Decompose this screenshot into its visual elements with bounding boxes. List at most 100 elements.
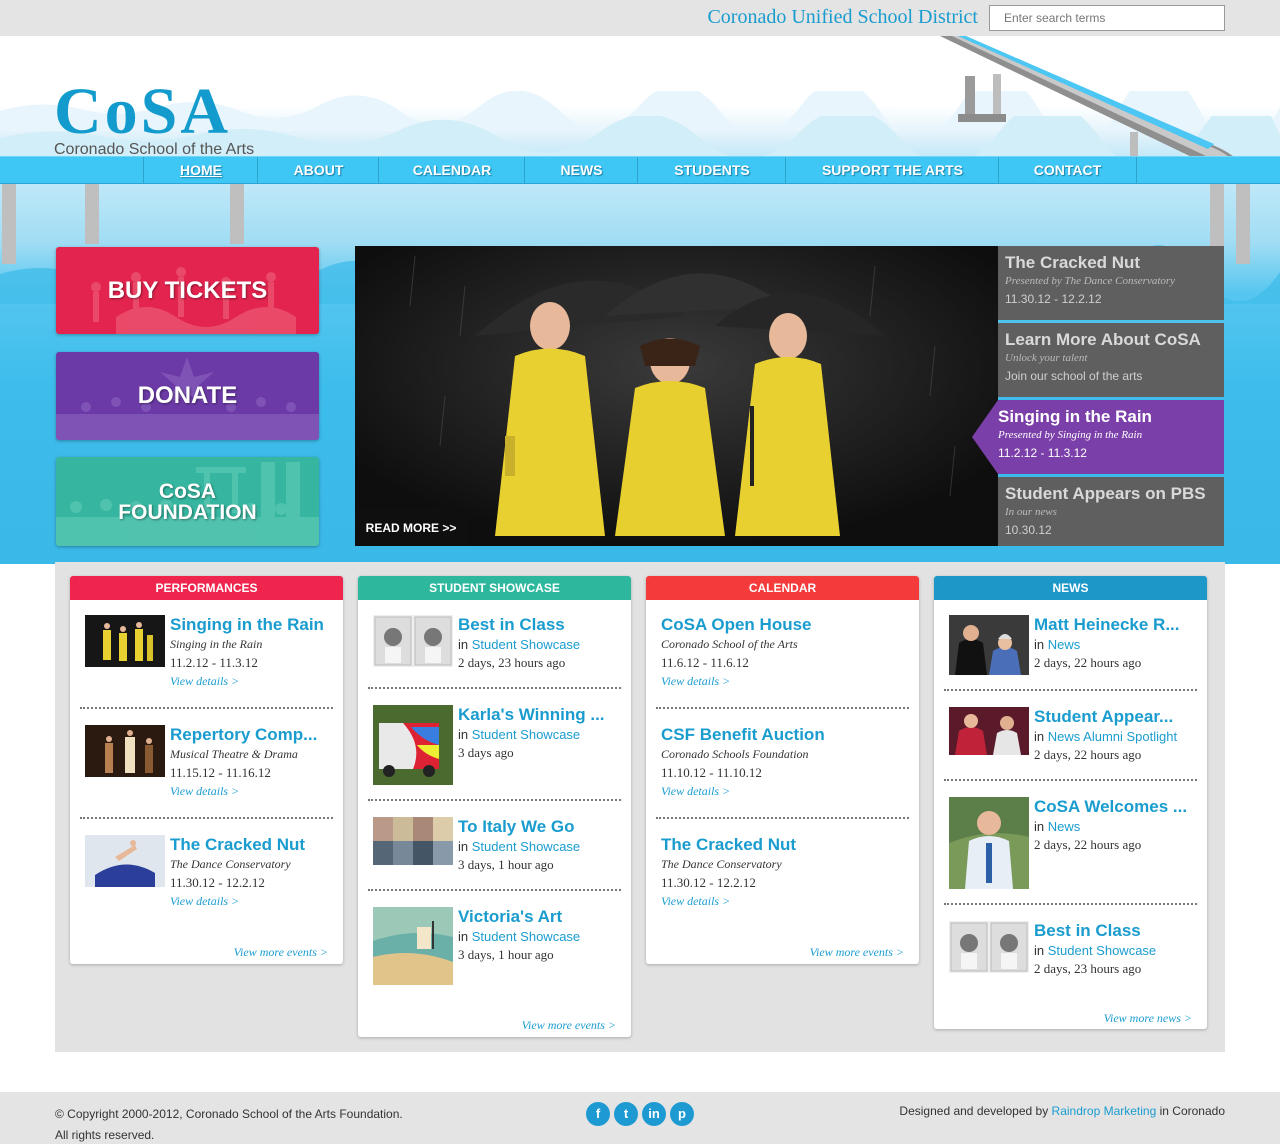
post-category-link[interactable]: Student Showcase xyxy=(1048,943,1156,958)
event-presenter: Singing in the Rain xyxy=(170,637,263,651)
credit-line: Designed and developed by Raindrop Marke… xyxy=(899,1104,1225,1118)
slide-list: The Cracked Nut Presented by The Dance C… xyxy=(972,246,1224,546)
post-title[interactable]: Best in Class xyxy=(458,615,623,635)
district-link[interactable]: Coronado Unified School District xyxy=(707,6,978,29)
view-details-link[interactable]: View details > xyxy=(661,784,730,799)
post-age: 3 days ago xyxy=(458,745,514,760)
nav-contact[interactable]: CONTACT xyxy=(998,157,1137,184)
hero-slideshow[interactable]: READ MORE >> xyxy=(355,246,998,546)
post-thumbnail[interactable] xyxy=(373,907,453,985)
event-title[interactable]: The Cracked Nut xyxy=(661,835,911,855)
slide-date: Join our school of the arts xyxy=(1005,369,1143,383)
post-thumbnail[interactable] xyxy=(949,797,1029,889)
calendar-column: CALENDAR CoSA Open House Coronado School… xyxy=(646,576,919,964)
slide-item[interactable]: Learn More About CoSA Unlock your talent… xyxy=(998,323,1224,397)
post-category-link[interactable]: Student Showcase xyxy=(472,839,580,854)
in-label: in xyxy=(458,637,469,652)
performances-header: PERFORMANCES xyxy=(70,576,343,600)
in-label: in xyxy=(1034,637,1045,652)
post-category-line: in News xyxy=(1034,637,1080,652)
pinterest-icon[interactable]: p xyxy=(670,1102,694,1126)
news-column: NEWS Matt Heinecke R... in News 2 days, … xyxy=(934,576,1207,1029)
post-category-link[interactable]: Student Showcase xyxy=(472,929,580,944)
event-presenter: Coronado School of the Arts xyxy=(661,637,798,651)
nav-about[interactable]: ABOUT xyxy=(257,157,379,184)
view-details-link[interactable]: View details > xyxy=(170,894,239,909)
event-title[interactable]: Repertory Comp... xyxy=(170,725,335,745)
post-title[interactable]: To Italy We Go xyxy=(458,817,623,837)
divider xyxy=(944,779,1197,781)
post-category-line: in Student Showcase xyxy=(458,637,580,652)
facebook-icon[interactable]: f xyxy=(586,1102,610,1126)
post-title[interactable]: Best in Class xyxy=(1034,921,1199,941)
view-more-events-link[interactable]: View more events > xyxy=(810,945,904,960)
slide-title: Learn More About CoSA xyxy=(1005,330,1201,349)
post-thumbnail[interactable] xyxy=(949,615,1029,675)
post-title[interactable]: CoSA Welcomes ... xyxy=(1034,797,1199,817)
slide-date: 11.2.12 - 11.3.12 xyxy=(998,446,1087,460)
divider xyxy=(368,687,621,689)
slide-subtitle: Unlock your talent xyxy=(1005,352,1088,364)
twitter-icon[interactable]: t xyxy=(614,1102,638,1126)
post-thumbnail[interactable] xyxy=(949,707,1029,755)
nav-support-the-arts[interactable]: SUPPORT THE ARTS xyxy=(785,157,999,184)
nav-home[interactable]: HOME xyxy=(143,157,258,184)
foundation-label: CoSA FOUNDATION xyxy=(56,457,319,523)
read-more-button[interactable]: READ MORE >> xyxy=(355,508,467,546)
event-date: 11.15.12 - 11.16.12 xyxy=(170,765,271,780)
buy-tickets-label: BUY TICKETS xyxy=(107,277,268,304)
slide-item[interactable]: Student Appears on PBS In our news 10.30… xyxy=(998,477,1224,546)
nav-news[interactable]: NEWS xyxy=(524,157,638,184)
event-title[interactable]: Singing in the Rain xyxy=(170,615,335,635)
event-title[interactable]: CSF Benefit Auction xyxy=(661,725,911,745)
post-age: 2 days, 23 hours ago xyxy=(458,655,566,670)
view-details-link[interactable]: View details > xyxy=(661,674,730,689)
linkedin-icon[interactable]: in xyxy=(642,1102,666,1126)
cosa-foundation-button[interactable]: CoSA FOUNDATION xyxy=(56,457,319,546)
post-title[interactable]: Karla's Winning ... xyxy=(458,705,623,725)
divider xyxy=(368,799,621,801)
search-input[interactable] xyxy=(989,5,1225,31)
calendar-header: CALENDAR xyxy=(646,576,919,600)
post-category-link[interactable]: Student Showcase xyxy=(472,637,580,652)
event-thumbnail[interactable] xyxy=(85,835,165,887)
post-age: 3 days, 1 hour ago xyxy=(458,857,554,872)
nav-calendar[interactable]: CALENDAR xyxy=(378,157,525,184)
view-details-link[interactable]: View details > xyxy=(170,674,239,689)
post-category-link[interactable]: News xyxy=(1048,819,1081,834)
donate-button[interactable]: DONATE xyxy=(56,352,319,440)
nav-students[interactable]: STUDENTS xyxy=(637,157,786,184)
divider xyxy=(656,817,909,819)
post-category-link[interactable]: News Alumni Spotlight xyxy=(1048,729,1177,744)
view-details-link[interactable]: View details > xyxy=(170,784,239,799)
post-thumbnail[interactable] xyxy=(949,921,1029,973)
event-thumbnail[interactable] xyxy=(85,725,165,777)
post-thumbnail[interactable] xyxy=(373,705,453,785)
event-date: 11.10.12 - 11.10.12 xyxy=(661,765,762,780)
event-title[interactable]: CoSA Open House xyxy=(661,615,911,635)
divider xyxy=(80,817,333,819)
view-more-events-link[interactable]: View more events > xyxy=(234,945,328,960)
event-thumbnail[interactable] xyxy=(85,615,165,667)
slide-date: 11.30.12 - 12.2.12 xyxy=(1005,292,1102,306)
slide-item[interactable]: The Cracked Nut Presented by The Dance C… xyxy=(998,246,1224,320)
view-more-events-link[interactable]: View more events > xyxy=(522,1018,616,1033)
post-category-link[interactable]: Student Showcase xyxy=(472,727,580,742)
raindrop-marketing-link[interactable]: Raindrop Marketing xyxy=(1052,1104,1157,1118)
post-thumbnail[interactable] xyxy=(373,615,453,667)
view-more-news-link[interactable]: View more news > xyxy=(1104,1011,1192,1026)
main-nav: HOME ABOUT CALENDAR NEWS STUDENTS SUPPOR… xyxy=(0,156,1280,184)
copyright-text: © Copyright 2000-2012, Coronado School o… xyxy=(55,1107,403,1142)
post-title[interactable]: Student Appear... xyxy=(1034,707,1199,727)
post-title[interactable]: Victoria's Art xyxy=(458,907,623,927)
post-title[interactable]: Matt Heinecke R... xyxy=(1034,615,1199,635)
event-date: 11.2.12 - 11.3.12 xyxy=(170,655,258,670)
post-thumbnail[interactable] xyxy=(373,817,453,865)
event-title[interactable]: The Cracked Nut xyxy=(170,835,335,855)
buy-tickets-button[interactable]: BUY TICKETS xyxy=(56,247,319,334)
post-category-link[interactable]: News xyxy=(1048,637,1081,652)
view-details-link[interactable]: View details > xyxy=(661,894,730,909)
post-category-line: in Student Showcase xyxy=(458,727,580,742)
slide-item-active[interactable]: Singing in the Rain Presented by Singing… xyxy=(972,400,1224,474)
slide-title: The Cracked Nut xyxy=(1005,253,1141,272)
